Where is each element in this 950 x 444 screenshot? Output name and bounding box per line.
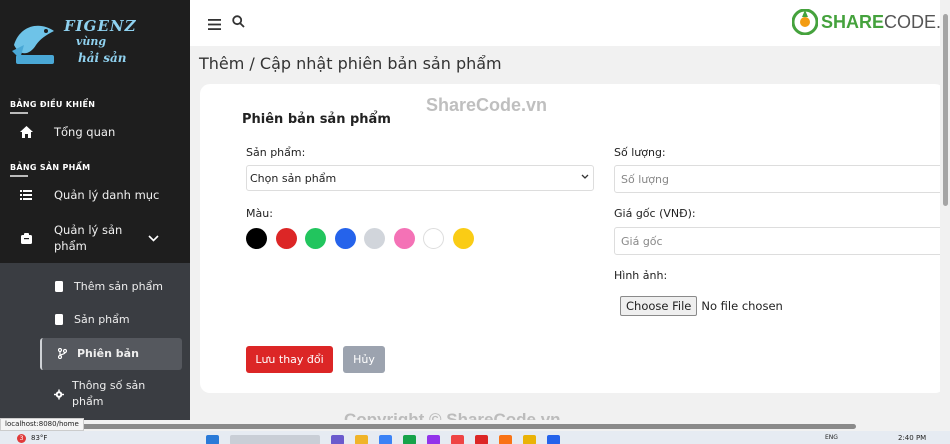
sidebar-item-label: Tổng quan — [54, 125, 116, 139]
sidebar-subitem-products[interactable]: Sản phẩm — [0, 311, 190, 327]
image-file-input[interactable]: Choose File No file chosen — [620, 296, 783, 316]
taskbar-app-icon[interactable] — [403, 435, 416, 444]
taskbar-apps — [206, 435, 571, 444]
product-select-value: Chọn sản phẩm — [250, 172, 337, 185]
taskbar-app-icon[interactable] — [451, 435, 464, 444]
quantity-label: Số lượng: — [614, 146, 666, 159]
horizontal-scrollbar-thumb[interactable] — [80, 424, 856, 429]
top-bar: SHARECODE.vn — [190, 0, 950, 46]
choose-file-button[interactable]: Choose File — [620, 296, 698, 316]
color-label: Màu: — [246, 207, 273, 220]
sharecode-brand[interactable]: SHARECODE.vn — [792, 9, 950, 35]
color-swatches — [246, 228, 482, 249]
card-title: Phiên bản sản phẩm — [242, 112, 391, 127]
taskbar-app-icon[interactable] — [475, 435, 488, 444]
color-swatch[interactable] — [275, 228, 297, 249]
quantity-input[interactable]: Số lượng — [614, 165, 945, 193]
brand-text-share: SHARE — [821, 11, 885, 32]
windows-start-icon[interactable] — [206, 435, 219, 444]
taskbar-app-icon[interactable] — [547, 435, 560, 444]
temperature[interactable]: 83°F — [31, 434, 47, 442]
sidebar-item-categories[interactable]: Quản lý danh mục — [0, 185, 190, 205]
section-dashboard-title: BẢNG ĐIỀU KHIỂN — [10, 100, 96, 109]
brand-logo[interactable]: FIGENZ vùng hải sản — [0, 0, 190, 82]
sidebar-subitem-label: Sản phẩm — [74, 312, 130, 326]
logo-text: FIGENZ vùng hải sản — [64, 18, 137, 66]
branch-icon — [57, 347, 67, 359]
taskbar-app-icon[interactable] — [331, 435, 344, 444]
sidebar-subitem-label: Thêm sản phẩm — [74, 279, 164, 293]
sidebar-subitem-add-product[interactable]: Thêm sản phẩm — [0, 278, 190, 294]
fish-logo-icon — [12, 25, 54, 64]
color-swatch[interactable] — [246, 228, 267, 249]
sidebar-item-products[interactable]: Quản lý sản phẩm — [0, 221, 190, 255]
color-swatch[interactable] — [423, 228, 444, 249]
watermark-top: ShareCode.vn — [426, 95, 548, 115]
save-button[interactable]: Lưu thay đổi — [246, 346, 333, 373]
product-select[interactable]: Chọn sản phẩm — [246, 165, 594, 191]
hamburger-menu-icon[interactable] — [208, 16, 221, 34]
logo-line-1: FIGENZ — [64, 17, 137, 35]
search-icon[interactable] — [232, 15, 245, 31]
cancel-button[interactable]: Hủy — [343, 346, 385, 373]
sidebar-item-label: Quản lý sản phẩm — [54, 223, 123, 253]
file-icon — [54, 313, 64, 325]
file-status: No file chosen — [701, 299, 783, 313]
list-icon — [18, 187, 34, 203]
logo-line-3: hải sản — [78, 51, 127, 65]
sidebar-subitem-label: Phiên bản — [77, 346, 139, 360]
sidebar-subitem-versions[interactable]: Phiên bản — [0, 345, 190, 361]
color-swatch[interactable] — [305, 228, 326, 249]
chevron-down-icon — [581, 172, 589, 182]
sidebar-item-label: Quản lý danh mục — [54, 188, 160, 202]
price-placeholder: Giá gốc — [621, 235, 663, 248]
sidebar-subitem-label: Thông số sản phẩm — [72, 379, 146, 408]
taskbar-app-icon[interactable] — [355, 435, 368, 444]
price-label: Giá gốc (VNĐ): — [614, 207, 696, 220]
box-icon — [18, 230, 34, 246]
vertical-scrollbar-thumb[interactable] — [943, 14, 948, 206]
brand-text: SHARECODE.vn — [821, 12, 950, 33]
section-products: BẢNG SẢN PHẨM — [0, 163, 90, 177]
quantity-placeholder: Số lượng — [621, 173, 669, 186]
product-label: Sản phẩm: — [246, 146, 306, 159]
file-icon — [54, 280, 64, 292]
taskbar-app-icon[interactable] — [379, 435, 392, 444]
section-dashboard: BẢNG ĐIỀU KHIỂN — [0, 100, 95, 114]
chevron-down-icon[interactable] — [148, 231, 159, 245]
home-icon — [18, 124, 34, 140]
gear-icon — [54, 389, 64, 400]
taskbar-app-icon[interactable] — [427, 435, 440, 444]
section-divider — [10, 175, 28, 177]
clock[interactable]: 2:40 PM — [898, 434, 926, 442]
color-swatch[interactable] — [452, 228, 474, 249]
price-input[interactable]: Giá gốc — [614, 227, 945, 255]
color-swatch[interactable] — [364, 228, 385, 249]
section-products-title: BẢNG SẢN PHẨM — [10, 163, 91, 172]
sharecode-logo-icon — [792, 9, 818, 35]
page-title: Thêm / Cập nhật phiên bản sản phẩm — [199, 54, 502, 73]
section-divider — [10, 112, 28, 114]
sidebar-item-overview[interactable]: Tổng quan — [0, 122, 190, 142]
weather-badge[interactable]: 3 — [17, 434, 26, 443]
taskbar-app-icon[interactable] — [499, 435, 512, 444]
logo-line-2: vùng — [76, 35, 107, 48]
sidebar: FIGENZ vùng hải sản BẢNG ĐIỀU KHIỂN Tổng… — [0, 0, 190, 420]
language-indicator[interactable]: ENG — [825, 434, 838, 441]
version-form-card: Phiên bản sản phẩm Sản phẩm: Chọn sản ph… — [200, 84, 945, 393]
color-swatch[interactable] — [334, 228, 356, 249]
image-label: Hình ảnh: — [614, 269, 668, 282]
color-swatch[interactable] — [393, 228, 415, 249]
status-url: localhost:8080/home — [0, 418, 84, 431]
sidebar-subitem-specs[interactable]: Thông số sản phẩm — [0, 378, 190, 410]
taskbar-search-icon[interactable] — [230, 435, 320, 444]
os-taskbar: 3 83°F ENG 2:40 PM — [0, 431, 950, 444]
taskbar-app-icon[interactable] — [523, 435, 536, 444]
